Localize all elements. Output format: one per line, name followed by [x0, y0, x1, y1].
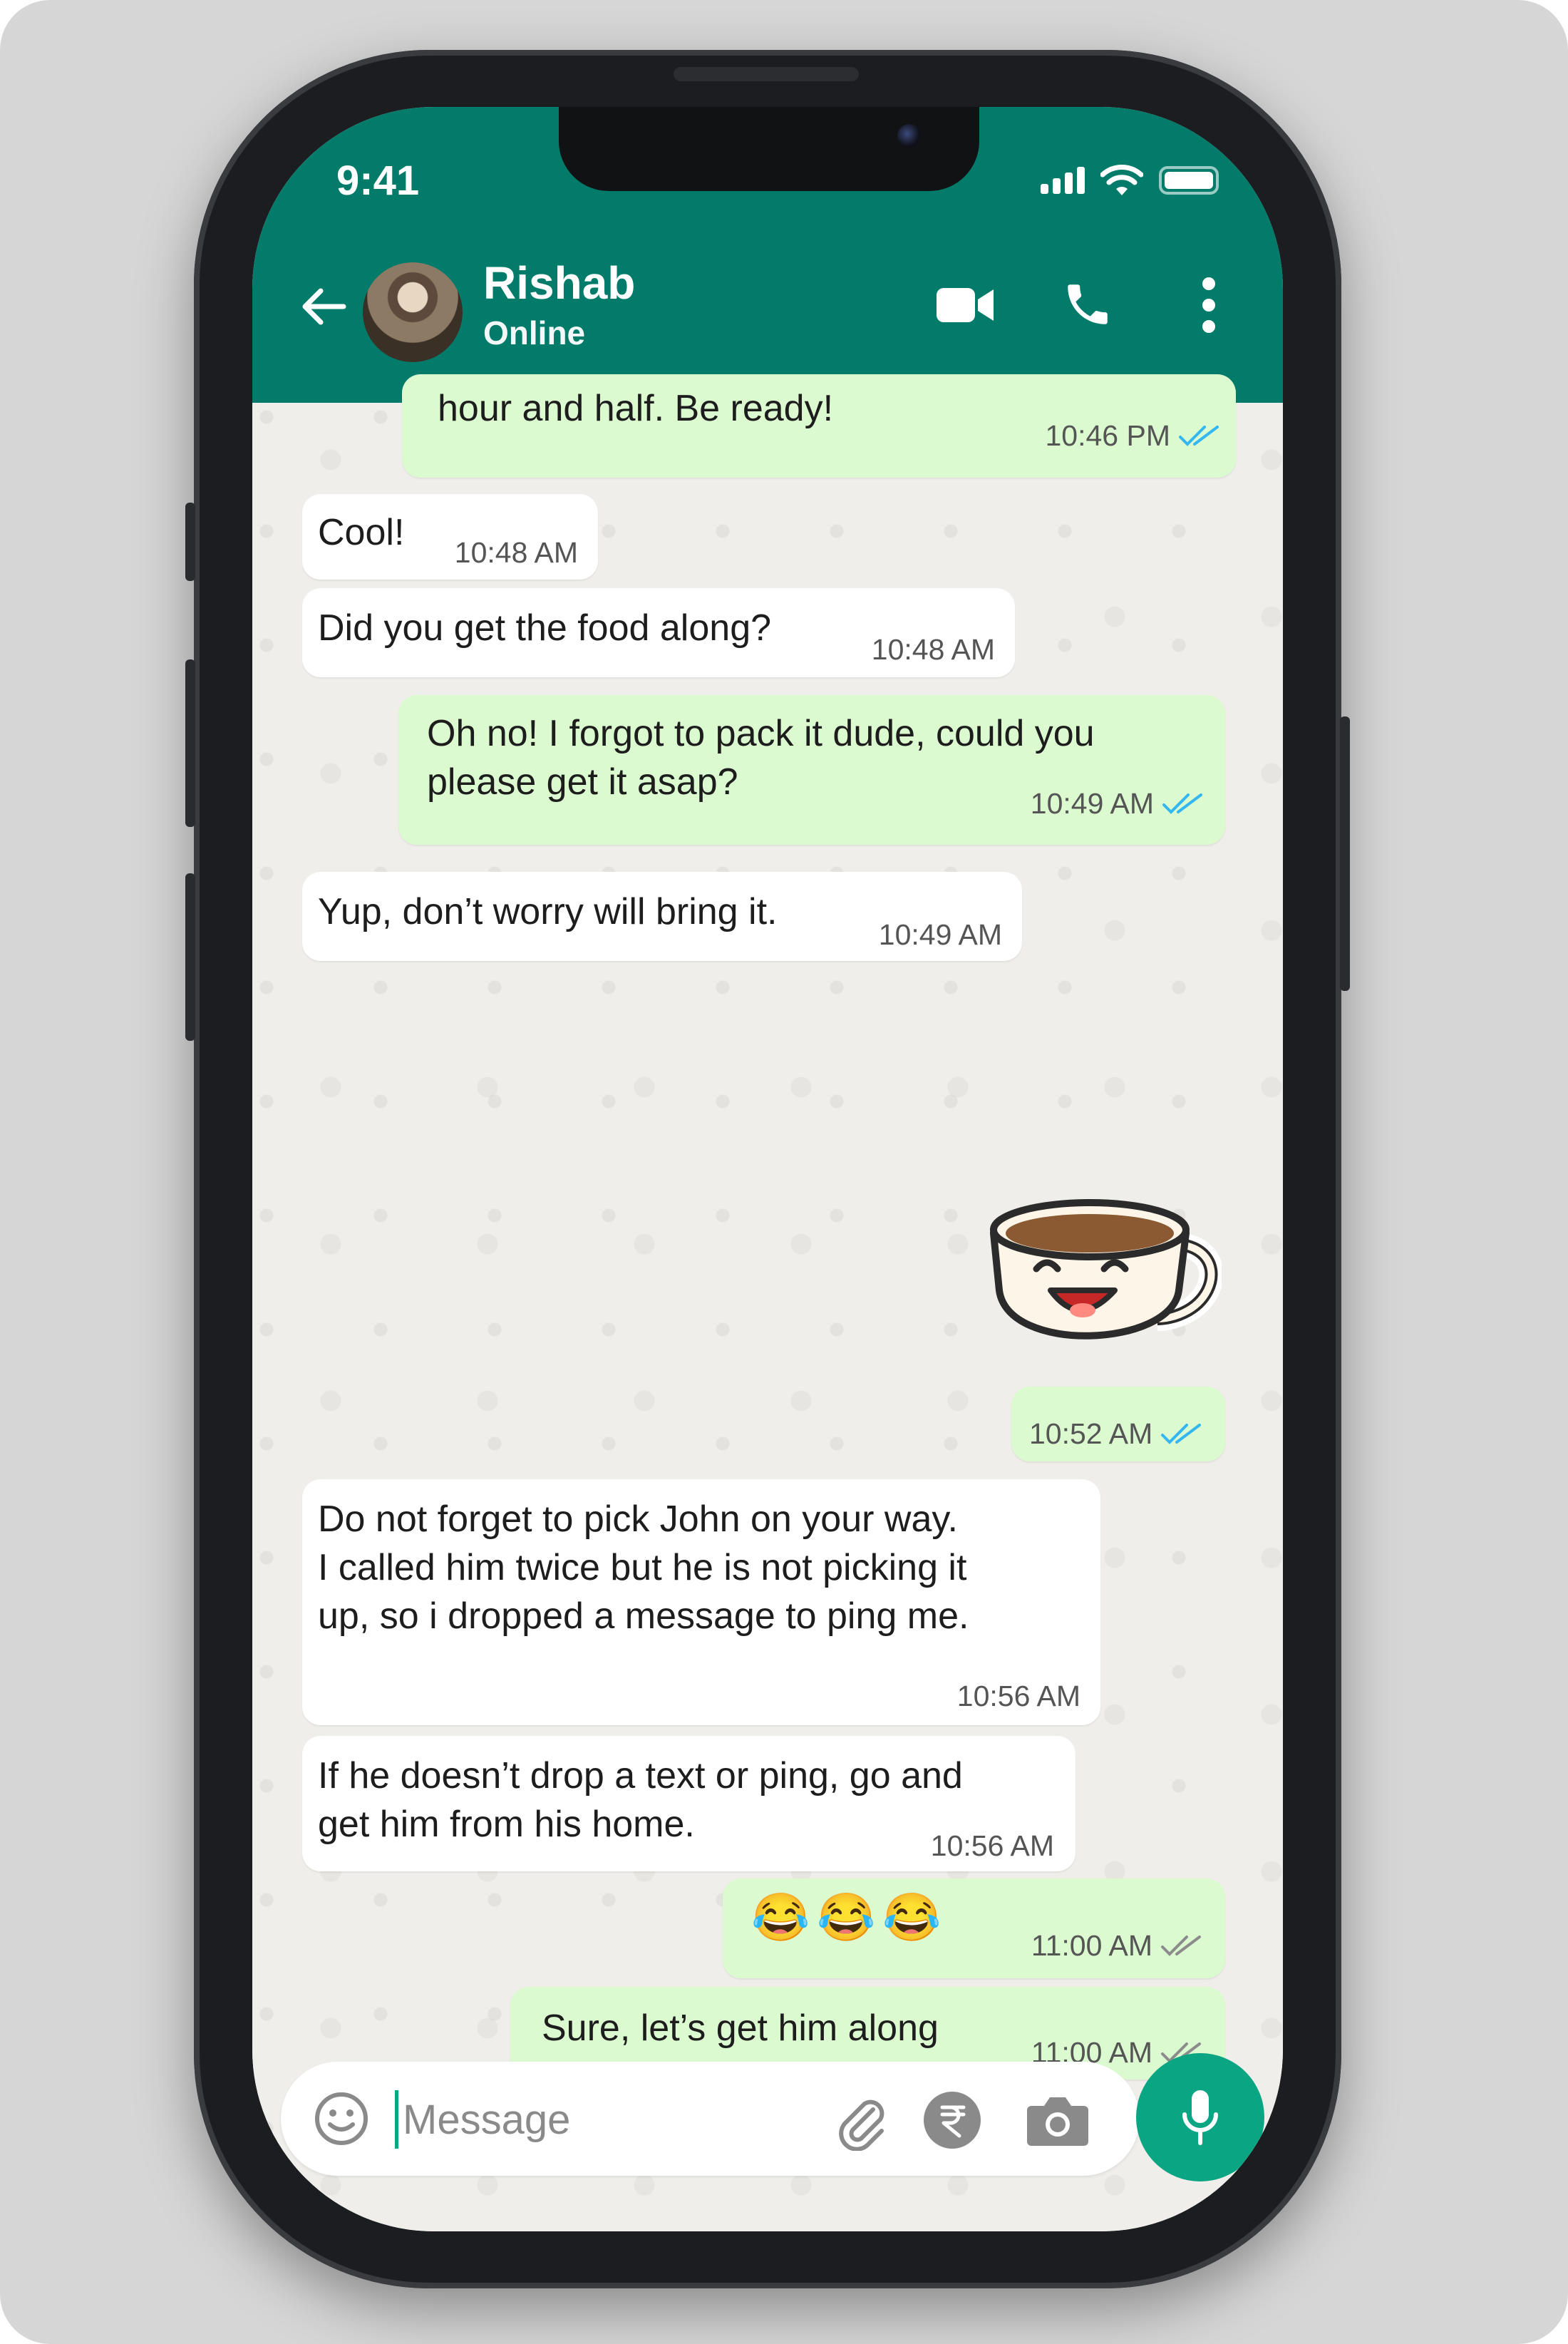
message-bubble-incoming[interactable]: Cool! 10:48 AM — [302, 494, 598, 580]
message-time: 10:52 AM — [1029, 1409, 1204, 1458]
message-time: 10:49 AM — [1031, 779, 1205, 828]
emoji-icon[interactable] — [313, 2090, 370, 2147]
volume-down-button — [185, 873, 195, 1041]
message-bubble-incoming[interactable]: Do not forget to pick John on your way. … — [302, 1479, 1100, 1725]
status-time: 9:41 — [336, 158, 420, 204]
phone-icon[interactable] — [1061, 278, 1114, 331]
contact-name[interactable]: Rishab — [483, 257, 635, 309]
message-text: Did you get the food along? — [318, 607, 772, 649]
message-emoji: 😂😂😂 — [751, 1891, 949, 1943]
time-label: 10:46 PM — [1045, 419, 1171, 452]
time-label: 10:48 AM — [454, 536, 578, 569]
time-label: 10:48 AM — [871, 633, 995, 666]
camera-notch — [559, 107, 979, 191]
silent-switch — [185, 503, 195, 581]
message-bubble-outgoing[interactable]: hour and half. Be ready! 10:46 PM — [402, 374, 1236, 478]
coffee-cup-laughing-sticker[interactable] — [979, 1176, 1222, 1369]
time-label: 11:00 AM — [1031, 1929, 1152, 1962]
message-composer — [281, 2062, 1140, 2176]
message-bubble-outgoing[interactable]: 😂😂😂 11:00 AM — [723, 1878, 1225, 1978]
message-text: hour and half. Be ready! — [438, 388, 834, 429]
message-time: 10:48 AM — [872, 625, 995, 674]
cellular-signal-icon — [1041, 167, 1085, 194]
message-time: 10:48 AM — [455, 528, 578, 577]
message-bubble-incoming[interactable]: Yup, don’t worry will bring it. 10:49 AM — [302, 872, 1022, 961]
read-receipt-icon — [1160, 1422, 1204, 1445]
time-label: 10:56 AM — [930, 1829, 1054, 1862]
avatar[interactable] — [363, 262, 463, 362]
read-receipt-icon — [1161, 792, 1205, 815]
earpiece-speaker — [674, 67, 859, 81]
attach-icon[interactable] — [833, 2094, 890, 2151]
message-bubble-incoming[interactable]: Did you get the food along? 10:48 AM — [302, 588, 1015, 677]
message-text: Oh no! I forgot to pack it dude, could y… — [427, 713, 1095, 803]
video-call-icon[interactable] — [935, 284, 995, 327]
screen: 9:41 Rishab Online hour and half. Be rea… — [252, 107, 1283, 2231]
delivered-receipt-icon — [1160, 1934, 1204, 1957]
wifi-icon — [1100, 165, 1143, 195]
camera-icon[interactable] — [1026, 2092, 1090, 2147]
message-bubble-incoming[interactable]: If he doesn’t drop a text or ping, go an… — [302, 1736, 1076, 1871]
rupee-icon[interactable] — [922, 2090, 982, 2150]
time-label: 10:49 AM — [1030, 787, 1154, 820]
front-camera — [897, 124, 922, 148]
time-label: 10:52 AM — [1029, 1417, 1153, 1450]
mic-icon — [1182, 2090, 1218, 2145]
time-label: 10:49 AM — [878, 918, 1002, 951]
mic-button[interactable] — [1136, 2053, 1264, 2181]
battery-icon — [1159, 166, 1219, 195]
chat-area[interactable]: hour and half. Be ready! 10:46 PM Cool! … — [252, 374, 1283, 2231]
message-input[interactable] — [395, 2090, 803, 2149]
message-time: 10:56 AM — [957, 1672, 1080, 1720]
read-receipt-icon — [1177, 424, 1222, 447]
status-icons — [1041, 163, 1219, 198]
power-button — [1340, 716, 1350, 991]
time-label: 10:56 AM — [956, 1680, 1080, 1712]
message-time: 10:56 AM — [931, 1821, 1054, 1870]
contact-status: Online — [483, 314, 586, 351]
message-text: Cool! — [318, 512, 405, 553]
message-bubble-outgoing[interactable]: Oh no! I forgot to pack it dude, could y… — [398, 695, 1225, 845]
message-text: Yup, don’t worry will bring it. — [318, 891, 778, 932]
more-vert-icon[interactable] — [1200, 277, 1217, 334]
message-time: 10:46 PM — [1046, 411, 1222, 460]
message-bubble-outgoing[interactable]: 10:52 AM — [1011, 1387, 1225, 1461]
message-time: 11:00 AM — [1031, 1921, 1204, 1970]
message-time: 10:49 AM — [879, 910, 1002, 959]
message-text: If he doesn’t drop a text or ping, go an… — [318, 1755, 963, 1845]
back-arrow-icon[interactable] — [299, 285, 346, 328]
message-text: Do not forget to pick John on your way. … — [318, 1499, 969, 1637]
volume-up-button — [185, 659, 195, 827]
message-text: Sure, let’s get him along — [542, 2008, 939, 2049]
